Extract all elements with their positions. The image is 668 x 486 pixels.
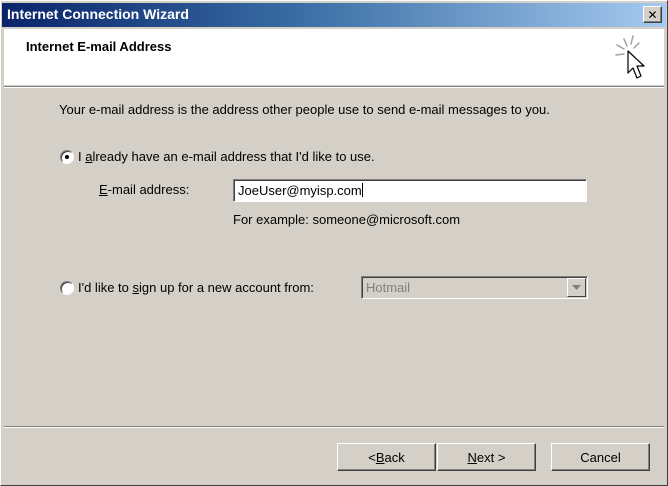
page-title: Internet E-mail Address bbox=[26, 39, 172, 54]
footer-divider bbox=[4, 426, 664, 428]
new-account-radio[interactable] bbox=[60, 281, 74, 295]
email-address-value: JoeUser@myisp.com bbox=[238, 183, 362, 198]
title-bar[interactable]: Internet Connection Wizard ✕ bbox=[2, 3, 666, 27]
header-divider bbox=[4, 86, 664, 88]
back-button[interactable]: < Back bbox=[337, 443, 436, 471]
chevron-down-icon bbox=[572, 285, 581, 290]
radio-selected-dot bbox=[65, 155, 69, 159]
close-button[interactable]: ✕ bbox=[643, 6, 662, 23]
text-caret bbox=[361, 183, 363, 197]
email-example-text: For example: someone@microsoft.com bbox=[233, 212, 461, 227]
intro-text: Your e-mail address is the address other… bbox=[59, 102, 550, 117]
cancel-button[interactable]: Cancel bbox=[551, 443, 650, 471]
new-account-label[interactable]: I'd like to sign up for a new account fr… bbox=[78, 280, 314, 295]
provider-selected-value: Hotmail bbox=[366, 280, 411, 295]
existing-address-radio[interactable] bbox=[60, 150, 74, 164]
wizard-window: Internet Connection Wizard ✕ Internet E-… bbox=[0, 0, 668, 486]
close-icon: ✕ bbox=[647, 7, 658, 22]
dropdown-button[interactable] bbox=[567, 278, 586, 297]
next-button[interactable]: Next > bbox=[437, 443, 536, 471]
email-address-field[interactable]: JoeUser@myisp.com bbox=[233, 179, 587, 202]
provider-dropdown[interactable]: Hotmail bbox=[361, 276, 588, 299]
wizard-cursor-icon bbox=[615, 35, 645, 79]
existing-address-label[interactable]: I already have an e-mail address that I'… bbox=[78, 149, 375, 164]
wizard-header: Internet E-mail Address bbox=[4, 29, 664, 85]
email-address-label: E-mail address: bbox=[99, 182, 190, 197]
window-title: Internet Connection Wizard bbox=[7, 6, 189, 22]
